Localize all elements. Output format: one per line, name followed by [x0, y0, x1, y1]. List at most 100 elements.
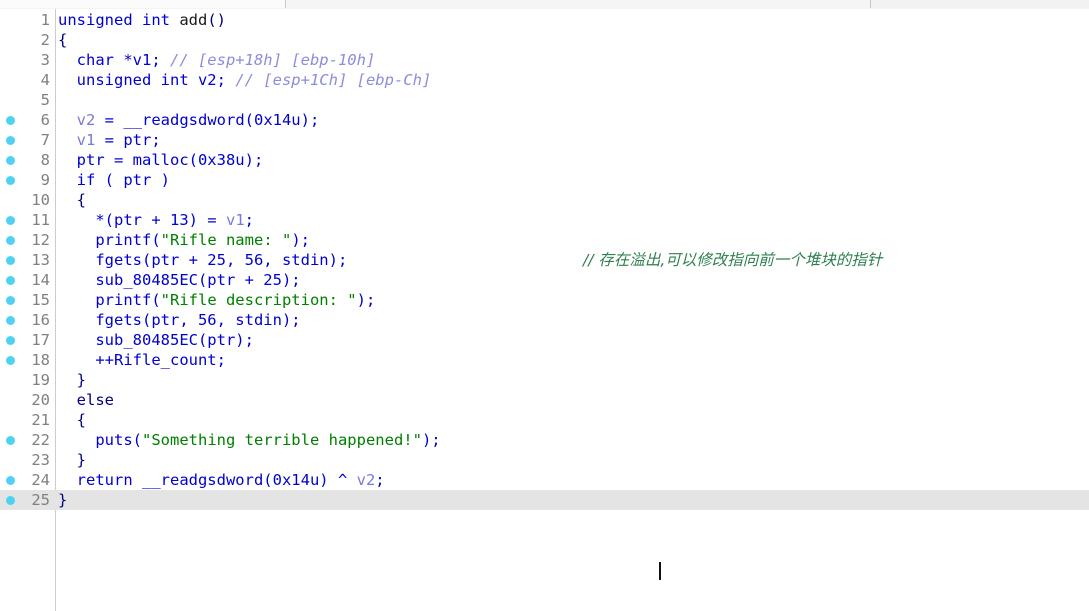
code-text[interactable]: sub_80485EC(ptr);	[58, 330, 254, 350]
code-line[interactable]: 22 puts("Something terrible happened!");	[0, 430, 1089, 450]
code-text[interactable]: unsigned int add()	[58, 10, 226, 30]
line-number: 12	[31, 231, 50, 249]
line-number: 14	[31, 271, 50, 289]
code-line[interactable]: 16 fgets(ptr, 56, stdin);	[0, 310, 1089, 330]
code-line[interactable]: 6 v2 = __readgsdword(0x14u);	[0, 110, 1089, 130]
code-text[interactable]: if ( ptr )	[58, 170, 170, 190]
code-token: unsigned int v2;	[58, 71, 236, 89]
code-token: char *v1;	[58, 51, 170, 69]
line-number: 6	[40, 111, 50, 129]
line-number: 19	[31, 371, 50, 389]
code-token: );	[291, 231, 310, 249]
line-number: 13	[31, 251, 50, 269]
code-line[interactable]: 11 *(ptr + 13) = v1;	[0, 210, 1089, 230]
code-line[interactable]: 7 v1 = ptr;	[0, 130, 1089, 150]
code-token: );	[421, 431, 441, 449]
code-line[interactable]: 10 {	[0, 190, 1089, 210]
inline-comment: // 存在溢出,可以修改指向前一个堆块的指针	[583, 251, 883, 269]
code-text[interactable]: else	[58, 390, 114, 410]
code-line[interactable]: 9 if ( ptr )	[0, 170, 1089, 190]
code-text[interactable]: puts("Something terrible happened!");	[58, 430, 441, 450]
code-text[interactable]: }	[58, 490, 67, 510]
code-line[interactable]: 20 else	[0, 390, 1089, 410]
code-line[interactable]: 3 char *v1; // [esp+18h] [ebp-10h]	[0, 50, 1089, 70]
code-text[interactable]: printf("Rifle description: ");	[58, 290, 375, 310]
line-number: 7	[40, 131, 50, 149]
code-line[interactable]: 2{	[0, 30, 1089, 50]
line-number: 23	[31, 451, 50, 469]
code-token: unsigned int	[58, 11, 180, 29]
code-line[interactable]: 14 sub_80485EC(ptr + 25);	[0, 270, 1089, 290]
code-token: // [esp+18h] [ebp-10h]	[169, 51, 376, 69]
code-line[interactable]: 24 return __readgsdword(0x14u) ^ v2;	[0, 470, 1089, 490]
code-token: {	[58, 411, 86, 429]
code-text[interactable]: unsigned int v2; // [esp+1Ch] [ebp-Ch]	[58, 70, 432, 90]
pseudocode-editor[interactable]: 1 unsigned int add() 2{3 char *v1; // [esp…	[0, 9, 1089, 611]
code-line[interactable]: 17 sub_80485EC(ptr);	[0, 330, 1089, 350]
code-text[interactable]: v2 = __readgsdword(0x14u);	[58, 110, 320, 130]
code-token: fgets(ptr, 56, stdin);	[58, 311, 301, 329]
code-token: "Rifle description: "	[160, 291, 357, 309]
code-line[interactable]: 18 ++Rifle_count;	[0, 350, 1089, 370]
code-token: v1	[76, 131, 96, 149]
code-text[interactable]: *(ptr + 13) = v1;	[58, 210, 254, 230]
code-text[interactable]: return __readgsdword(0x14u) ^ v2;	[58, 470, 385, 490]
line-number: 2	[40, 31, 50, 49]
line-number: 20	[31, 391, 50, 409]
code-token: fgets(ptr + 25, 56, stdin);	[58, 251, 348, 269]
code-token: ;	[375, 471, 385, 489]
code-token: printf(	[58, 291, 161, 309]
line-number: 24	[31, 471, 50, 489]
code-token: ++Rifle_count;	[58, 351, 226, 369]
code-token: puts(	[58, 431, 142, 449]
code-token: // [esp+1Ch] [ebp-Ch]	[235, 71, 432, 89]
code-token: sub_80485EC(ptr + 25);	[58, 271, 301, 289]
code-line[interactable]: 19 }	[0, 370, 1089, 390]
line-number: 3	[40, 51, 50, 69]
code-line[interactable]: 4 unsigned int v2; // [esp+1Ch] [ebp-Ch]	[0, 70, 1089, 90]
code-text[interactable]: sub_80485EC(ptr + 25);	[58, 270, 301, 290]
line-number: 8	[40, 151, 50, 169]
code-text[interactable]: {	[58, 30, 67, 50]
code-text[interactable]: char *v1; // [esp+18h] [ebp-10h]	[58, 50, 376, 70]
code-line[interactable]: 12 printf("Rifle name: ");	[0, 230, 1089, 250]
code-text[interactable]: v1 = ptr;	[58, 130, 161, 150]
code-token: = __readgsdword(0x14u);	[95, 111, 320, 129]
code-token: "Rifle name: "	[160, 231, 292, 249]
code-line[interactable]: 21 {	[0, 410, 1089, 430]
code-line[interactable]: 23 }	[0, 450, 1089, 470]
code-line[interactable]: 1 unsigned int add()	[0, 10, 1089, 30]
code-token: v2	[76, 111, 96, 129]
code-text[interactable]: {	[58, 410, 86, 430]
line-number: 4	[40, 71, 50, 89]
code-token: add	[179, 11, 208, 29]
code-line[interactable]: 15 printf("Rifle description: ");	[0, 290, 1089, 310]
code-line[interactable]: 5	[0, 90, 1089, 110]
code-line[interactable]: 8 ptr = malloc(0x38u);	[0, 150, 1089, 170]
code-token: "Something terrible happened!"	[142, 431, 422, 449]
line-number: 21	[31, 411, 50, 429]
code-text[interactable]: printf("Rifle name: ");	[58, 230, 310, 250]
code-text[interactable]: }	[58, 450, 86, 470]
line-number: 16	[31, 311, 50, 329]
toolbar-segment-left[interactable]	[0, 0, 286, 8]
line-number: 22	[31, 431, 50, 449]
code-token: return __readgsdword(0x14u) ^	[58, 471, 357, 489]
code-text[interactable]: {	[58, 190, 86, 210]
code-text[interactable]: fgets(ptr + 25, 56, stdin);	[58, 250, 347, 270]
code-token: if ( ptr )	[58, 171, 170, 189]
toolbar-segment-middle[interactable]	[286, 0, 870, 8]
code-token: ;	[244, 211, 254, 229]
code-text[interactable]: fgets(ptr, 56, stdin);	[58, 310, 301, 330]
toolbar-segment-right[interactable]	[871, 0, 1089, 8]
text-caret	[659, 562, 661, 580]
code-token: ()	[207, 11, 226, 29]
code-line[interactable]: 13 fgets(ptr + 25, 56, stdin); // 存在溢出,可以…	[0, 250, 1089, 270]
code-line[interactable]: 25}	[0, 490, 1089, 510]
code-text[interactable]: ++Rifle_count;	[58, 350, 226, 370]
code-text[interactable]: ptr = malloc(0x38u);	[58, 150, 264, 170]
code-text[interactable]: }	[58, 370, 86, 390]
code-token: sub_80485EC(ptr);	[58, 331, 254, 349]
line-number: 18	[31, 351, 50, 369]
